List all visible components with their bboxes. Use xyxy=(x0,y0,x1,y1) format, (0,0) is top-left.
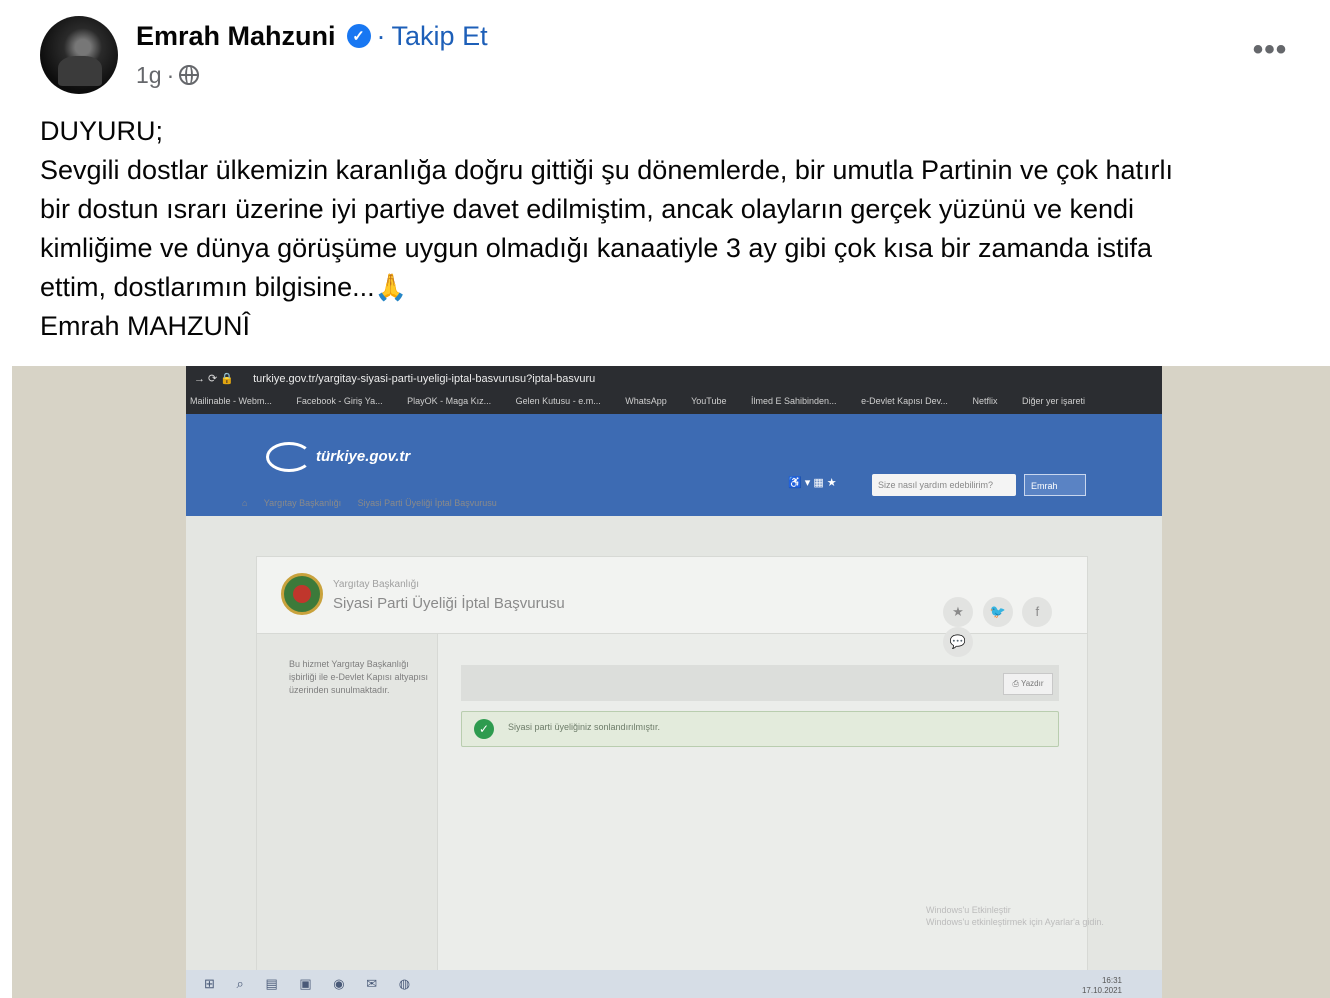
success-alert: ✓ Siyasi parti üyeliğiniz sonlandırılmış… xyxy=(461,711,1059,747)
post-line: bir dostun ısrarı üzerine iyi partiye da… xyxy=(40,194,1135,224)
author-avatar[interactable] xyxy=(40,16,118,94)
accessibility-tools: ♿ ▾ ▦ ★ xyxy=(788,477,837,489)
edevlet-user-menu: Emrah xyxy=(1024,474,1086,496)
public-globe-icon xyxy=(179,65,200,85)
watermark-line: Windows'u etkinleştirmek için Ayarlar'a … xyxy=(926,917,1104,927)
twitter-icon: 🐦 xyxy=(982,597,1013,627)
bookmark: Diğer yer işareti xyxy=(1021,396,1086,406)
post-line: DUYURU; xyxy=(40,116,164,146)
bookmark: Netflix xyxy=(972,396,998,406)
bookmark: WhatsApp xyxy=(625,396,667,406)
skype-icon: ◉ xyxy=(333,976,345,991)
post-line: Emrah MAHZUNÎ xyxy=(40,311,251,341)
tray-date: 17.10.2021 xyxy=(1081,986,1122,995)
yargitay-seal-icon xyxy=(281,573,323,615)
browser-toolbar: → ⟳ 🔒 turkiye.gov.tr/yargitay-siyasi-par… xyxy=(186,366,1162,414)
bookmark: Mailinable - Webm... xyxy=(190,396,272,406)
service-note: Bu hizmet Yargıtay Başkanlığı işbirliği … xyxy=(289,659,429,695)
author-line: Emrah Mahzuni ✓ · Takip Et xyxy=(136,18,488,54)
breadcrumb: ⌂ Yargıtay Başkanlığı Siyasi Parti Üyeli… xyxy=(242,490,1002,516)
favorite-icon: ★ xyxy=(943,597,973,627)
breadcrumb-item: Yargıtay Başkanlığı xyxy=(263,498,342,508)
post-line: kimliğime ve dünya görüşüme uygun olmadı… xyxy=(40,233,1153,263)
windows-taskbar: ⊞ ⌕ ▤ ▣ ◉ ✉ ◍ 16:31 17.10.2021 xyxy=(186,970,1162,998)
search-icon: ⌕ xyxy=(236,976,244,991)
check-circle-icon: ✓ xyxy=(474,719,494,739)
bookmarks-bar: Mailinable - Webm... Facebook - Giriş Ya… xyxy=(190,396,1107,406)
service-title: Siyasi Parti Üyeliği İptal Başvurusu xyxy=(333,595,565,612)
print-bar: ⎙ Yazdır xyxy=(461,665,1059,701)
post-text: DUYURU; Sevgili dostlar ülkemizin karanl… xyxy=(40,112,1300,346)
bookmark: İlmed E Sahibinden... xyxy=(750,396,837,406)
store-icon: ▣ xyxy=(299,976,312,991)
follow-button[interactable]: Takip Et xyxy=(392,21,488,52)
institution-name: Yargıtay Başkanlığı xyxy=(333,579,419,590)
post-time[interactable]: 1g xyxy=(136,62,162,89)
bookmark: Facebook - Giriş Ya... xyxy=(296,396,383,406)
windows-activation-watermark: Windows'u Etkinleştir Windows'u etkinleş… xyxy=(926,904,1104,928)
success-message: Siyasi parti üyeliğiniz sonlandırılmıştı… xyxy=(508,722,661,732)
browser-url: turkiye.gov.tr/yargitay-siyasi-parti-uye… xyxy=(253,373,596,385)
edevlet-logo: türkiye.gov.tr xyxy=(266,442,410,472)
bookmark: e-Devlet Kapısı Dev... xyxy=(861,396,948,406)
author-name[interactable]: Emrah Mahzuni xyxy=(136,21,336,52)
system-tray-clock: 16:31 17.10.2021 xyxy=(1082,976,1122,996)
facebook-icon: f xyxy=(1022,597,1053,627)
bookmark: PlayOK - Maga Kız... xyxy=(407,396,492,406)
meta-dot: · xyxy=(166,61,175,88)
windows-start-icon: ⊞ xyxy=(204,976,215,991)
watermark-line: Windows'u Etkinleştir xyxy=(926,905,1011,915)
post-line-with-emoji: ettim, dostlarımın bilgisine...🙏 xyxy=(40,268,1300,307)
file-explorer-icon: ▤ xyxy=(265,976,278,991)
share-icons: ★ 🐦 f 💬 xyxy=(937,597,1087,657)
post-meta: 1g · xyxy=(136,60,200,90)
bookmark: Gelen Kutusu - e.m... xyxy=(515,396,601,406)
post-line: Sevgili dostlar ülkemizin karanlığa doğr… xyxy=(40,155,1174,185)
post-line: ettim, dostlarımın bilgisine... xyxy=(40,272,375,302)
verified-badge-icon: ✓ xyxy=(346,24,371,48)
print-button: ⎙ Yazdır xyxy=(1003,673,1053,695)
separator-dot: · xyxy=(376,20,386,51)
nav-icons: → ⟳ 🔒 xyxy=(194,373,235,385)
more-options-button[interactable]: ••• xyxy=(1250,35,1290,65)
comment-icon: 💬 xyxy=(943,627,973,657)
service-header: Yargıtay Başkanlığı Siyasi Parti Üyeliği… xyxy=(257,557,1087,657)
breadcrumb-item: Siyasi Parti Üyeliği İptal Başvurusu xyxy=(357,498,497,508)
mail-icon: ✉ xyxy=(366,976,378,991)
service-sidebar: Bu hizmet Yargıtay Başkanlığı işbirliği … xyxy=(257,634,438,977)
bookmark: YouTube xyxy=(691,396,727,406)
edevlet-logo-text: türkiye.gov.tr xyxy=(316,447,411,465)
praying-hands-icon: 🙏 xyxy=(374,272,408,302)
monitor-screen: → ⟳ 🔒 turkiye.gov.tr/yargitay-siyasi-par… xyxy=(186,366,1162,998)
chrome-icon: ◍ xyxy=(398,976,411,991)
address-bar: → ⟳ 🔒 turkiye.gov.tr/yargitay-siyasi-par… xyxy=(194,372,595,385)
post-photo[interactable]: → ⟳ 🔒 turkiye.gov.tr/yargitay-siyasi-par… xyxy=(12,366,1330,998)
home-icon: ⌂ xyxy=(242,498,248,508)
tray-time: 16:31 xyxy=(1101,976,1122,985)
edevlet-swirl-icon xyxy=(266,442,312,472)
